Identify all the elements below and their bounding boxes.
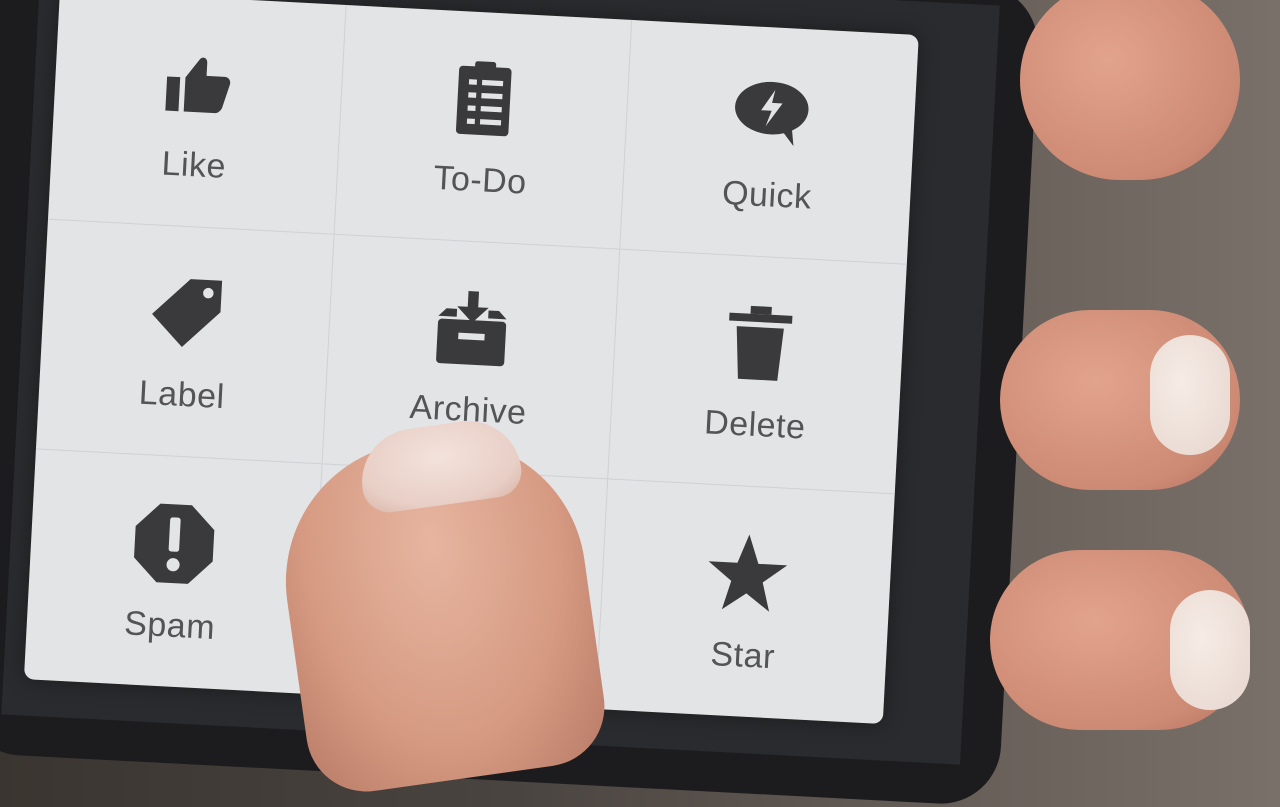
hand-finger-top	[1020, 0, 1240, 180]
trash-icon	[712, 296, 807, 391]
menu-item-star[interactable]: Star	[596, 479, 894, 724]
menu-label-spam: Spam	[123, 603, 217, 647]
archive-box-icon	[425, 281, 520, 376]
menu-label-label: Label	[138, 373, 226, 417]
speech-bubble-bolt-icon	[724, 66, 819, 161]
spam-octagon-icon	[127, 496, 222, 591]
menu-item-todo[interactable]: To-Do	[334, 5, 633, 250]
menu-label-quick: Quick	[721, 173, 813, 217]
menu-label-star: Star	[709, 634, 776, 676]
menu-label-like: Like	[160, 144, 227, 186]
tag-icon	[139, 266, 234, 361]
menu-item-like[interactable]: Like	[47, 0, 347, 235]
clipboard-list-icon	[437, 51, 532, 146]
thumbs-up-icon	[151, 36, 246, 131]
menu-label-delete: Delete	[703, 403, 807, 447]
menu-item-spam[interactable]: Spam	[23, 449, 323, 695]
hand-nail-bottom	[1170, 590, 1250, 710]
menu-item-delete[interactable]: Delete	[608, 249, 907, 495]
menu-label-todo: To-Do	[432, 158, 528, 202]
menu-item-quick[interactable]: Quick	[620, 20, 919, 265]
star-icon	[700, 526, 795, 621]
menu-item-label[interactable]: Label	[35, 219, 335, 465]
hand-nail-middle	[1150, 335, 1230, 455]
